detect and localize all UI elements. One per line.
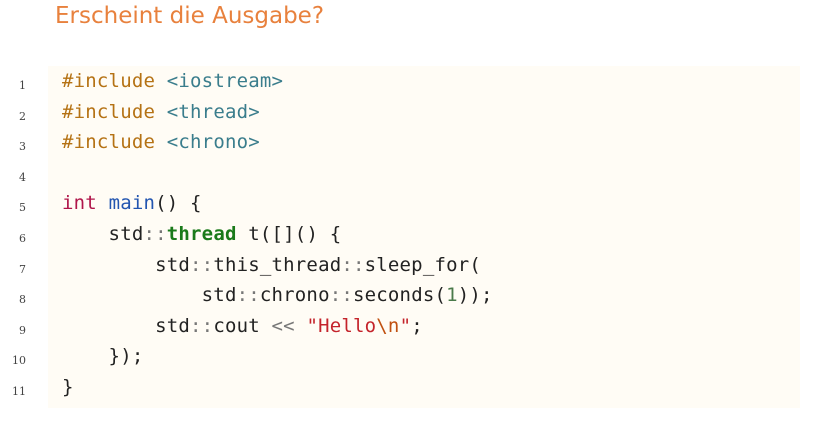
code-token: () {	[155, 192, 202, 215]
code-token: <<	[271, 314, 295, 337]
code-token: ::	[329, 284, 353, 307]
code-line: 1 #include <iostream>	[0, 68, 819, 98]
code-token: thread	[166, 223, 237, 245]
code-token: seconds(	[353, 284, 447, 307]
line-number: 1	[19, 79, 26, 92]
code-token: ::	[341, 253, 365, 276]
code-line: 9 std::cout << "Hello\n";	[0, 313, 819, 343]
line-number: 3	[19, 140, 26, 154]
code-token: "Hello	[306, 314, 377, 337]
code-token: <iostream>	[166, 70, 284, 92]
code-token: #include	[62, 131, 156, 154]
code-line: 6 std::thread t([]() {	[0, 221, 819, 251]
code-token: ::	[143, 223, 167, 245]
code-token: "	[399, 314, 412, 337]
code-token: 1	[446, 284, 458, 307]
code-token: ::	[190, 253, 214, 276]
line-number: 7	[19, 262, 26, 276]
code-line: 7 std::this_thread::sleep_for(	[0, 252, 819, 282]
line-number: 9	[19, 323, 26, 337]
code-token: int	[62, 192, 97, 215]
code-text: std::this_thread::sleep_for(	[62, 254, 481, 276]
code-token: ::	[236, 284, 260, 307]
line-number: 11	[12, 385, 26, 398]
line-number: 2	[19, 109, 26, 123]
code-text: #include <iostream>	[62, 70, 283, 92]
line-number: 6	[19, 232, 26, 245]
code-text: int main() {	[62, 192, 202, 214]
code-text: #include <chrono>	[62, 131, 260, 153]
code-token: #include	[62, 70, 156, 92]
code-text: #include <thread>	[62, 101, 260, 123]
code-line: 4	[0, 160, 819, 190]
code-line: 8 std::chrono::seconds(1));	[0, 282, 819, 312]
code-text: });	[62, 345, 144, 368]
line-number: 5	[19, 201, 26, 215]
code-text: std::chrono::seconds(1));	[62, 284, 493, 306]
code-token: std	[62, 314, 191, 337]
code-token: sleep_for(	[364, 253, 482, 276]
code-line: 3 #include <chrono>	[0, 129, 819, 159]
code-token: std	[62, 253, 191, 276]
code-line: 5 int main() {	[0, 190, 819, 220]
code-token: std	[62, 284, 237, 307]
line-number: 10	[12, 354, 26, 368]
code-token: main	[108, 192, 156, 215]
code-token: });	[62, 345, 144, 368]
code-token: }	[62, 376, 74, 398]
code-token: t([]() {	[236, 223, 342, 245]
code-text: std::thread t([]() {	[62, 223, 342, 245]
code-line: 10 });	[0, 343, 819, 373]
code-token: ;	[411, 314, 423, 337]
code-token: ::	[190, 314, 214, 337]
code-token: <chrono>	[166, 131, 260, 154]
code-token: <thread>	[166, 100, 260, 123]
code-token: std	[62, 223, 144, 245]
slide-title: Erscheint die Ausgabe?	[55, 3, 325, 29]
code-token: cout	[213, 314, 272, 337]
line-number: 4	[19, 170, 26, 184]
code-token: \n	[376, 314, 400, 337]
code-token: ));	[457, 284, 493, 307]
code-line: 2 #include <thread>	[0, 99, 819, 129]
line-number: 8	[19, 293, 26, 307]
code-token: #include	[62, 100, 156, 123]
code-text: std::cout << "Hello\n";	[62, 315, 423, 337]
code-token: this_thread	[213, 253, 342, 276]
code-text: }	[62, 376, 74, 398]
code-token: chrono	[259, 284, 330, 307]
code-line: 11}	[0, 374, 819, 404]
